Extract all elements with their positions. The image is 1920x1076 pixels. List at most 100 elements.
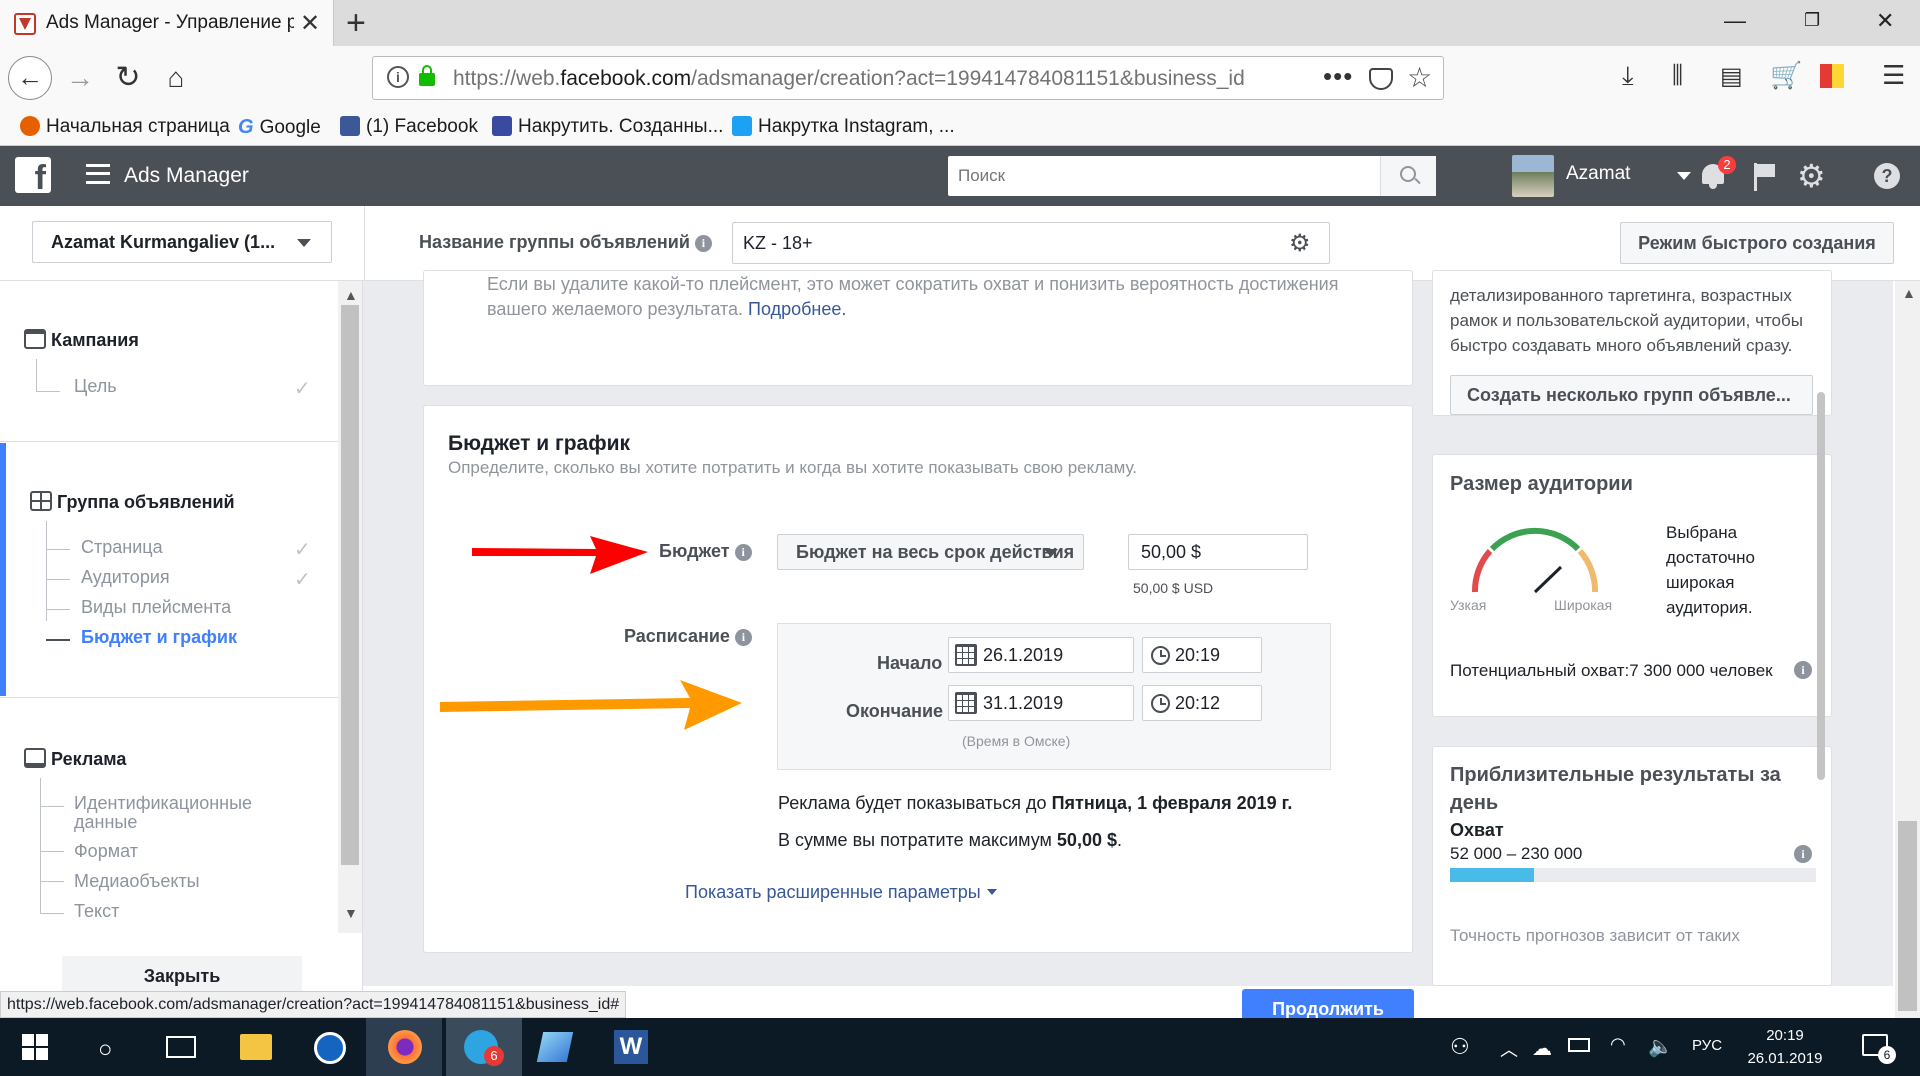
learn-more-link[interactable]: Подробнее. [748, 299, 846, 319]
audience-size-title: Размер аудитории [1450, 473, 1633, 495]
start-date-field [948, 637, 1134, 673]
multiple-adsets-text: детализированного таргетинга, возрастных… [1450, 286, 1803, 355]
tree-branch [40, 913, 64, 914]
coverage-label: Охват [1450, 820, 1504, 840]
cart-icon[interactable]: 🛒 [1770, 60, 1802, 91]
info-icon[interactable]: i [1794, 845, 1812, 863]
end-time-input[interactable] [1175, 686, 1255, 720]
create-multiple-adsets-button[interactable]: Создать несколько групп объявле... [1450, 375, 1813, 415]
sidebar-section-ad[interactable]: Реклама [24, 748, 126, 770]
close-button[interactable]: Закрыть [62, 956, 302, 996]
search-icon[interactable] [1380, 156, 1436, 196]
bookmark-instagram[interactable]: Накрутка Instagram, ... [732, 112, 955, 142]
ad-label: Реклама [51, 749, 127, 769]
quick-creation-button[interactable]: Режим быстрого создания [1620, 222, 1894, 264]
app-icon[interactable] [314, 1032, 346, 1064]
run-until-text: Реклама будет показываться до Пятница, 1… [778, 793, 1293, 813]
audience-gauge [1471, 527, 1599, 594]
menu-icon[interactable]: ☰ [1882, 60, 1905, 91]
start-time-input[interactable] [1175, 638, 1255, 672]
end-date-input[interactable] [983, 686, 1123, 720]
budget-type-value: Бюджет на весь срок действия [796, 542, 1075, 562]
chevron-down-icon [986, 889, 997, 895]
restore-icon[interactable]: ❐ [1804, 10, 1820, 31]
calendar-icon[interactable] [955, 644, 977, 666]
start-time-field [1142, 637, 1262, 673]
taskbar-search-icon[interactable]: ○ [98, 1036, 113, 1064]
accuracy-note: Точность прогнозов зависит от таких [1450, 926, 1740, 945]
gauge-segment-narrow [1471, 549, 1493, 593]
tree-branch [40, 806, 64, 807]
download-icon[interactable]: ⤓ [1622, 60, 1634, 92]
group-name-input[interactable] [733, 223, 1273, 263]
notification-badge: 2 [1718, 156, 1736, 174]
clock-date: 26.01.2019 [1747, 1050, 1823, 1067]
people-icon[interactable]: ⚇ [1450, 1034, 1470, 1060]
tray-expand-icon[interactable]: ︿ [1500, 1036, 1518, 1062]
flag-icon[interactable] [1752, 163, 1776, 191]
coverage-range: 52 000 – 230 000 [1450, 844, 1583, 863]
app-icon[interactable] [536, 1032, 574, 1062]
max-spend-text: В сумме вы потратите максимум 50,00 $. [778, 830, 1122, 850]
task-view-icon[interactable] [166, 1036, 196, 1058]
sidebar-item-identity[interactable]: Идентификационные данные [74, 794, 274, 832]
coverage-bar [1450, 868, 1816, 882]
show-advanced-link[interactable]: Показать расширенные параметры [685, 882, 997, 903]
close-window-icon[interactable]: ✕ [1876, 8, 1894, 34]
budget-type-dropdown[interactable]: Бюджет на весь срок действия [777, 534, 1084, 570]
extension-icon[interactable] [1820, 64, 1844, 88]
gauge-narrow-label: Узкая [1450, 597, 1487, 613]
pocket-icon[interactable] [1369, 68, 1393, 90]
status-bar-url: https://web.facebook.com/adsmanager/crea… [0, 991, 627, 1018]
clock-time: 20:19 [1766, 1027, 1804, 1044]
user-menu-caret-icon[interactable] [1677, 172, 1691, 180]
budget-usd-note: 50,00 $ USD [1133, 580, 1214, 596]
gauge-segment-defined [1489, 527, 1581, 552]
tree-branch [40, 851, 64, 852]
battery-icon[interactable] [1568, 1038, 1590, 1052]
budget-amount-field [1128, 534, 1308, 570]
end-time-field [1142, 685, 1262, 721]
scrollbar-thumb[interactable] [1898, 821, 1917, 1011]
word-icon[interactable]: W [614, 1030, 648, 1064]
minimize-icon[interactable]: — [1724, 8, 1746, 34]
start-date-input[interactable] [983, 638, 1123, 672]
page-scrollbar[interactable]: ▲ [1895, 281, 1920, 1018]
gauge-segment-broad [1577, 549, 1599, 593]
right-panel-scrollbar[interactable] [1817, 392, 1825, 780]
avatar[interactable] [1512, 155, 1554, 197]
sidebar-icon[interactable]: ▤ [1720, 62, 1743, 91]
bookmark-star-icon[interactable]: ☆ [1407, 61, 1432, 94]
clock-icon [1151, 694, 1170, 713]
group-name-field: ⚙ [732, 222, 1330, 264]
scroll-down-icon[interactable]: ▼ [344, 905, 358, 921]
volume-icon[interactable]: 🔈 [1648, 1034, 1673, 1059]
help-icon[interactable]: ? [1874, 163, 1900, 189]
budget-amount-input[interactable] [1129, 535, 1305, 569]
estimated-results-title: Приблизительные результаты за день [1450, 764, 1781, 814]
info-icon[interactable]: i [1794, 661, 1812, 679]
sidebar-item-media[interactable]: Медиаобъекты [74, 871, 200, 892]
input-language[interactable]: РУС [1692, 1037, 1722, 1054]
search-input[interactable] [948, 156, 1380, 196]
calendar-icon[interactable] [955, 692, 977, 714]
onedrive-icon[interactable]: ☁ [1532, 1036, 1552, 1061]
user-name[interactable]: Azamat [1566, 163, 1630, 185]
file-explorer-icon[interactable] [240, 1034, 272, 1060]
sidebar-item-format[interactable]: Формат [74, 841, 138, 862]
page-actions-icon[interactable]: ••• [1323, 61, 1353, 92]
firefox-taskbar-icon [388, 1030, 422, 1064]
gear-icon[interactable]: ⚙ [1289, 229, 1311, 258]
library-icon[interactable]: ⫼ [1672, 62, 1683, 90]
settings-gear-icon[interactable]: ⚙ [1797, 160, 1826, 192]
chevron-down-icon [1044, 549, 1058, 557]
windows-start-icon[interactable] [22, 1034, 48, 1060]
system-clock[interactable]: 20:19 26.01.2019 [1740, 1024, 1830, 1070]
notifications-badge: 6 [1878, 1046, 1896, 1064]
scroll-up-icon[interactable]: ▲ [1902, 285, 1916, 301]
annotation-arrows [440, 536, 742, 730]
sidebar-item-text[interactable]: Текст [74, 901, 119, 922]
wifi-icon[interactable]: ◠ [1610, 1034, 1626, 1055]
coverage-bar-fill [1450, 868, 1535, 882]
start-label: Начало [877, 653, 943, 673]
